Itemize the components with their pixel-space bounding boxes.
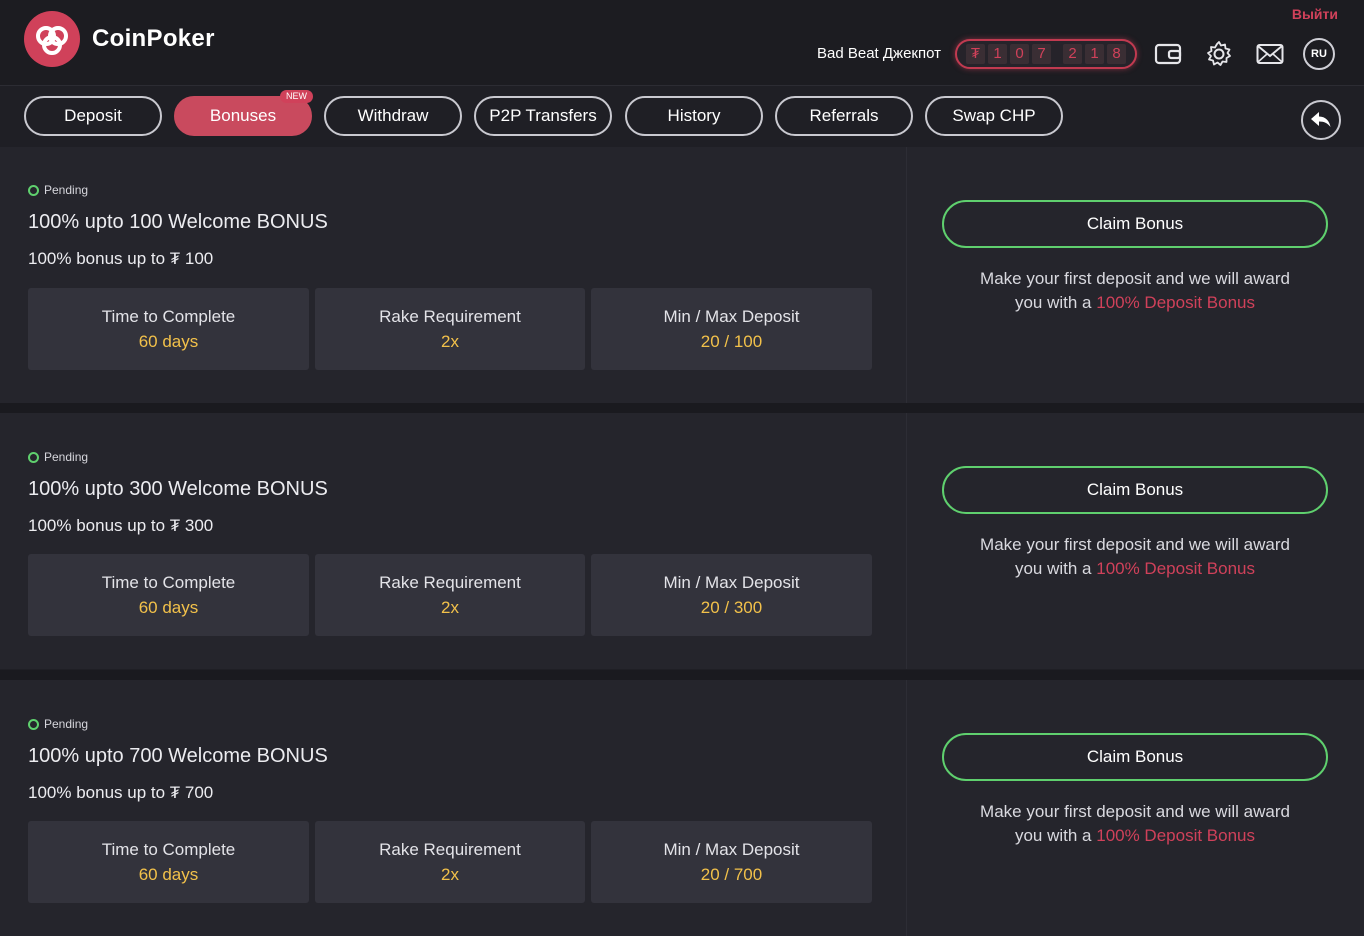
stat-label: Min / Max Deposit <box>663 840 800 859</box>
stat-rake-requirement: Rake Requirement 2x <box>315 821 585 903</box>
stat-time-to-complete: Time to Complete 60 days <box>28 821 309 903</box>
promo-highlight: 100% Deposit Bonus <box>1096 293 1256 312</box>
tab-swap-chp[interactable]: Swap CHP <box>925 96 1063 136</box>
bonus-actions: Claim Bonus Make your first deposit and … <box>906 147 1364 403</box>
bonus-actions: Claim Bonus Make your first deposit and … <box>906 413 1364 669</box>
stat-label: Time to Complete <box>101 840 236 859</box>
promo-line: you with a <box>1014 826 1097 845</box>
promo-highlight: 100% Deposit Bonus <box>1096 559 1256 578</box>
card-divider <box>0 403 1364 413</box>
tab-p2p-transfers[interactable]: P2P Transfers <box>474 96 612 136</box>
jackpot-counter: ₮ 1 0 7 2 1 8 <box>955 39 1137 69</box>
stat-value: 60 days <box>138 865 199 884</box>
tab-history[interactable]: History <box>625 96 763 136</box>
status-dot-icon <box>28 451 39 463</box>
status-dot-icon <box>28 718 39 730</box>
stat-value: 20 / 100 <box>700 332 763 351</box>
bonus-title: 100% upto 300 Welcome BONUS <box>28 478 328 500</box>
stat-label: Rake Requirement <box>379 573 521 592</box>
status-dot-icon <box>28 184 39 196</box>
jackpot-digit: 7 <box>1032 44 1051 64</box>
tab-referrals[interactable]: Referrals <box>775 96 913 136</box>
stat-min-max-deposit: Min / Max Deposit 20 / 700 <box>591 821 872 903</box>
logout-link[interactable]: Выйти <box>1292 6 1338 22</box>
promo-line: Make your first deposit and we will awar… <box>980 802 1290 821</box>
bonus-subtitle: 100% bonus up to ₮ 700 <box>28 783 214 802</box>
jackpot-label: Bad Beat Джекпот <box>817 45 941 62</box>
stat-value: 20 / 300 <box>700 598 763 617</box>
bonus-title: 100% upto 700 Welcome BONUS <box>28 745 328 767</box>
cashier-nav: Deposit Bonuses NEW Withdraw P2P Transfe… <box>0 86 1364 146</box>
stat-value: 2x <box>441 598 459 617</box>
promo-highlight: 100% Deposit Bonus <box>1096 826 1256 845</box>
stat-value: 60 days <box>138 598 199 617</box>
logo[interactable]: CoinPoker <box>24 11 215 67</box>
mail-icon[interactable] <box>1254 38 1286 70</box>
logo-icon <box>24 11 80 67</box>
claim-bonus-button[interactable]: Claim Bonus <box>942 733 1328 781</box>
status-badge: Pending <box>28 450 88 464</box>
stat-label: Time to Complete <box>101 573 236 592</box>
promo-text: Make your first deposit and we will awar… <box>947 800 1323 848</box>
brand-name: CoinPoker <box>92 25 215 52</box>
promo-line: Make your first deposit and we will awar… <box>980 269 1290 288</box>
jackpot-digit: ₮ <box>966 44 985 64</box>
back-button[interactable] <box>1301 100 1341 140</box>
stat-label: Rake Requirement <box>379 307 521 326</box>
stat-time-to-complete: Time to Complete 60 days <box>28 554 309 636</box>
bonus-subtitle: 100% bonus up to ₮ 100 <box>28 249 214 268</box>
promo-line: Make your first deposit and we will awar… <box>980 535 1290 554</box>
tab-withdraw[interactable]: Withdraw <box>324 96 462 136</box>
bonus-card: Pending 100% upto 700 Welcome BONUS 100%… <box>0 680 1364 936</box>
jackpot-separator <box>1054 44 1060 64</box>
promo-text: Make your first deposit and we will awar… <box>947 533 1323 581</box>
stat-value: 2x <box>441 865 459 884</box>
stat-rake-requirement: Rake Requirement 2x <box>315 288 585 370</box>
jackpot-digit: 0 <box>1010 44 1029 64</box>
bonus-details: Pending 100% upto 100 Welcome BONUS 100%… <box>0 147 906 403</box>
back-arrow-icon <box>1311 112 1331 127</box>
claim-bonus-button[interactable]: Claim Bonus <box>942 200 1328 248</box>
stat-time-to-complete: Time to Complete 60 days <box>28 288 309 370</box>
status-text: Pending <box>44 450 89 464</box>
promo-line: you with a <box>1014 559 1097 578</box>
stat-min-max-deposit: Min / Max Deposit 20 / 100 <box>591 288 872 370</box>
jackpot-digit: 1 <box>1085 44 1104 64</box>
stat-value: 2x <box>441 332 459 351</box>
stat-label: Time to Complete <box>101 307 236 326</box>
claim-bonus-button[interactable]: Claim Bonus <box>942 466 1328 514</box>
stat-label: Min / Max Deposit <box>663 573 800 592</box>
bonus-subtitle: 100% bonus up to ₮ 300 <box>28 516 214 535</box>
bonus-actions: Claim Bonus Make your first deposit and … <box>906 680 1364 936</box>
bonus-card: Pending 100% upto 100 Welcome BONUS 100%… <box>0 147 1364 403</box>
new-badge: NEW <box>280 90 313 103</box>
bonus-card: Pending 100% upto 300 Welcome BONUS 100%… <box>0 413 1364 669</box>
status-badge: Pending <box>28 183 88 197</box>
gear-icon[interactable] <box>1203 38 1235 70</box>
stat-label: Min / Max Deposit <box>663 307 800 326</box>
jackpot-digit: 8 <box>1107 44 1126 64</box>
stat-min-max-deposit: Min / Max Deposit 20 / 300 <box>591 554 872 636</box>
tab-deposit[interactable]: Deposit <box>24 96 162 136</box>
promo-line: you with a <box>1014 293 1097 312</box>
jackpot-digit: 2 <box>1063 44 1082 64</box>
stat-label: Rake Requirement <box>379 840 521 859</box>
wallet-icon[interactable] <box>1152 38 1184 70</box>
stat-rake-requirement: Rake Requirement 2x <box>315 554 585 636</box>
language-switch[interactable]: RU <box>1303 38 1335 70</box>
top-bar: CoinPoker Выйти Bad Beat Джекпот ₮ 1 0 7… <box>0 0 1364 86</box>
stat-value: 20 / 700 <box>700 865 763 884</box>
status-text: Pending <box>44 183 89 197</box>
bonus-details: Pending 100% upto 700 Welcome BONUS 100%… <box>0 680 906 936</box>
bonus-title: 100% upto 100 Welcome BONUS <box>28 211 328 233</box>
stat-value: 60 days <box>138 332 199 351</box>
status-text: Pending <box>44 717 89 731</box>
status-badge: Pending <box>28 717 88 731</box>
promo-text: Make your first deposit and we will awar… <box>947 267 1323 315</box>
bonus-details: Pending 100% upto 300 Welcome BONUS 100%… <box>0 413 906 669</box>
jackpot-digit: 1 <box>988 44 1007 64</box>
card-divider <box>0 670 1364 680</box>
